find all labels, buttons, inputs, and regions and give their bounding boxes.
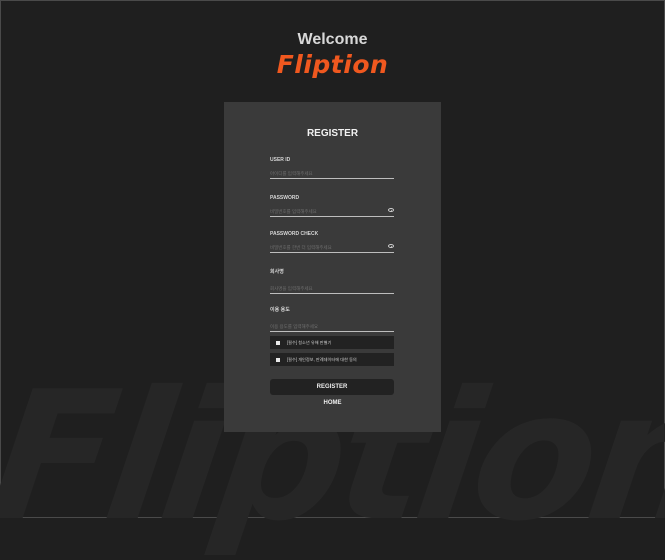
- eye-icon[interactable]: [388, 244, 394, 248]
- user-id-input[interactable]: [270, 168, 382, 178]
- welcome-heading: Welcome: [297, 31, 368, 48]
- password-check-field: PASSWORD CHECK: [270, 231, 394, 253]
- register-button[interactable]: REGISTER: [270, 379, 394, 395]
- password-check-input-wrap: [270, 242, 394, 253]
- company-field: 회사명: [270, 268, 394, 294]
- home-link[interactable]: HOME: [224, 400, 441, 406]
- user-id-field: USER ID: [270, 157, 394, 179]
- brand-logo: Fliption: [276, 50, 389, 79]
- company-input[interactable]: [270, 283, 382, 293]
- agreement-youth-row[interactable]: [필수] 청소년 유해 판별기: [270, 336, 394, 349]
- usage-purpose-label: 이용 용도: [270, 307, 290, 313]
- user-id-label: USER ID: [270, 157, 291, 163]
- password-check-label: PASSWORD CHECK: [270, 231, 319, 237]
- agreement-privacy-row[interactable]: [필수] 개인정보, 판례데이터에 대한 동의: [270, 353, 394, 366]
- agreement-youth-label: [필수] 청소년 유해 판별기: [287, 339, 332, 345]
- usage-purpose-field: 이용 용도: [270, 306, 394, 332]
- usage-purpose-input-wrap: [270, 321, 394, 332]
- password-check-input[interactable]: [270, 242, 382, 252]
- agreement-privacy-label: [필수] 개인정보, 판례데이터에 대한 동의: [287, 356, 357, 362]
- password-label: PASSWORD: [270, 195, 300, 201]
- password-field: PASSWORD: [270, 195, 394, 217]
- eye-icon[interactable]: [388, 208, 394, 212]
- agreement-checkbox[interactable]: [276, 340, 280, 345]
- usage-purpose-input[interactable]: [270, 321, 382, 331]
- company-input-wrap: [270, 283, 394, 294]
- company-label: 회사명: [270, 269, 284, 275]
- user-id-input-wrap: [270, 168, 394, 179]
- register-card: REGISTER USER ID PASSWORD PASSWORD CHECK…: [224, 102, 441, 432]
- register-title: REGISTER: [306, 128, 359, 139]
- agreement-checkbox[interactable]: [276, 357, 280, 362]
- password-input-wrap: [270, 206, 394, 217]
- password-input[interactable]: [270, 206, 382, 216]
